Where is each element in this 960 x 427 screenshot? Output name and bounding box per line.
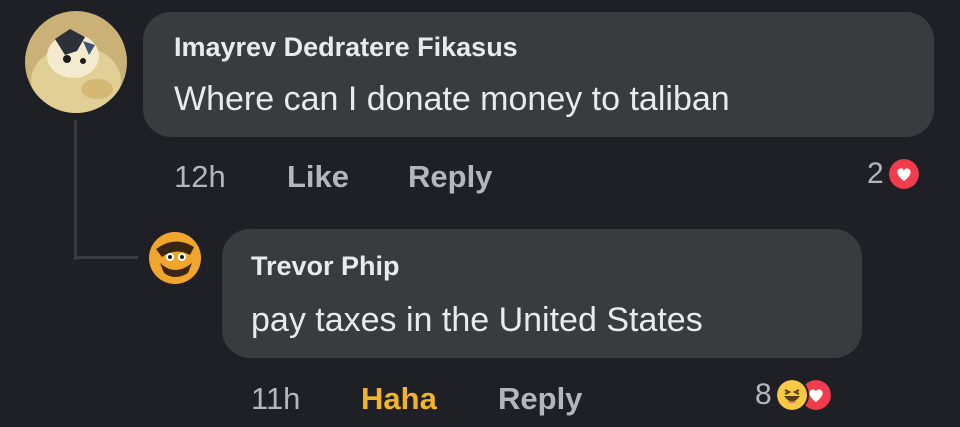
reaction-count: 8 (755, 378, 772, 411)
reply-text: pay taxes in the United States (251, 301, 703, 339)
avatar[interactable] (146, 229, 204, 287)
reply-author[interactable]: Trevor Phip (251, 251, 400, 282)
haha-reaction-button[interactable]: Haha (361, 381, 437, 417)
reaction-summary[interactable]: 8 (755, 378, 833, 412)
avatar-image (146, 229, 204, 287)
comment-2-reply: Trevor Phip pay taxes in the United Stat… (0, 0, 960, 427)
reply-timestamp[interactable]: 11h (251, 381, 300, 417)
haha-icon (774, 378, 809, 412)
reply-button[interactable]: Reply (498, 381, 582, 417)
